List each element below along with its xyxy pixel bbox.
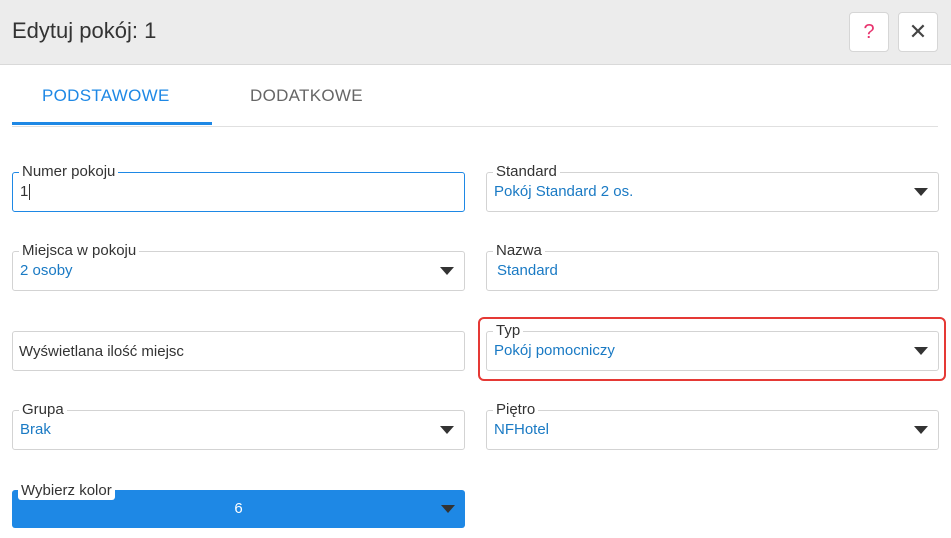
type-highlight-box: [478, 317, 946, 381]
dropdown-arrow-icon: [441, 505, 455, 513]
name-label: Nazwa: [493, 242, 545, 260]
tab-dodatkowe[interactable]: DODATKOWE: [250, 86, 363, 106]
tab-podstawowe[interactable]: PODSTAWOWE: [42, 86, 170, 106]
displayed-places-field[interactable]: Wyświetlana ilość miejsc: [12, 331, 465, 371]
room-number-label: Numer pokoju: [19, 163, 119, 181]
floor-value: NFHotel: [494, 421, 550, 438]
standard-select[interactable]: Standard Pokój Standard 2 os.: [486, 163, 939, 212]
color-label: Wybierz kolor: [18, 482, 115, 500]
text-caret: [29, 184, 31, 201]
floor-label: Piętro: [493, 401, 539, 419]
dropdown-arrow-icon: [440, 267, 454, 275]
help-icon: ?: [863, 20, 875, 43]
dropdown-arrow-icon: [914, 188, 928, 196]
color-value: 6: [234, 500, 243, 517]
displayed-places-placeholder: Wyświetlana ilość miejsc: [19, 343, 184, 360]
name-value: Standard: [497, 262, 558, 279]
name-field[interactable]: Nazwa Standard: [486, 242, 939, 291]
group-label: Grupa: [19, 401, 67, 419]
places-value: 2 osoby: [20, 262, 73, 279]
room-number-value: 1: [20, 183, 29, 200]
dropdown-arrow-icon: [914, 426, 928, 434]
group-select[interactable]: Grupa Brak: [12, 401, 465, 450]
room-number-field[interactable]: Numer pokoju 1: [12, 163, 465, 212]
floor-select[interactable]: Piętro NFHotel: [486, 401, 939, 450]
places-label: Miejsca w pokoju: [19, 242, 140, 260]
color-select[interactable]: Wybierz kolor 6: [12, 482, 465, 528]
help-button[interactable]: ?: [849, 12, 889, 52]
standard-value: Pokój Standard 2 os.: [494, 183, 634, 200]
room-number-input[interactable]: 1: [20, 183, 31, 201]
tab-bar: PODSTAWOWE DODATKOWE: [12, 66, 938, 127]
dropdown-arrow-icon: [440, 426, 454, 434]
close-icon: ✕: [908, 19, 928, 44]
group-value: Brak: [20, 421, 51, 438]
places-select[interactable]: Miejsca w pokoju 2 osoby: [12, 242, 465, 291]
active-tab-indicator: [12, 122, 212, 125]
dialog-header: Edytuj pokój: 1 ? ✕: [0, 0, 951, 65]
dialog-title: Edytuj pokój: 1: [12, 18, 157, 43]
standard-label: Standard: [493, 163, 560, 181]
close-button[interactable]: ✕: [898, 12, 938, 52]
